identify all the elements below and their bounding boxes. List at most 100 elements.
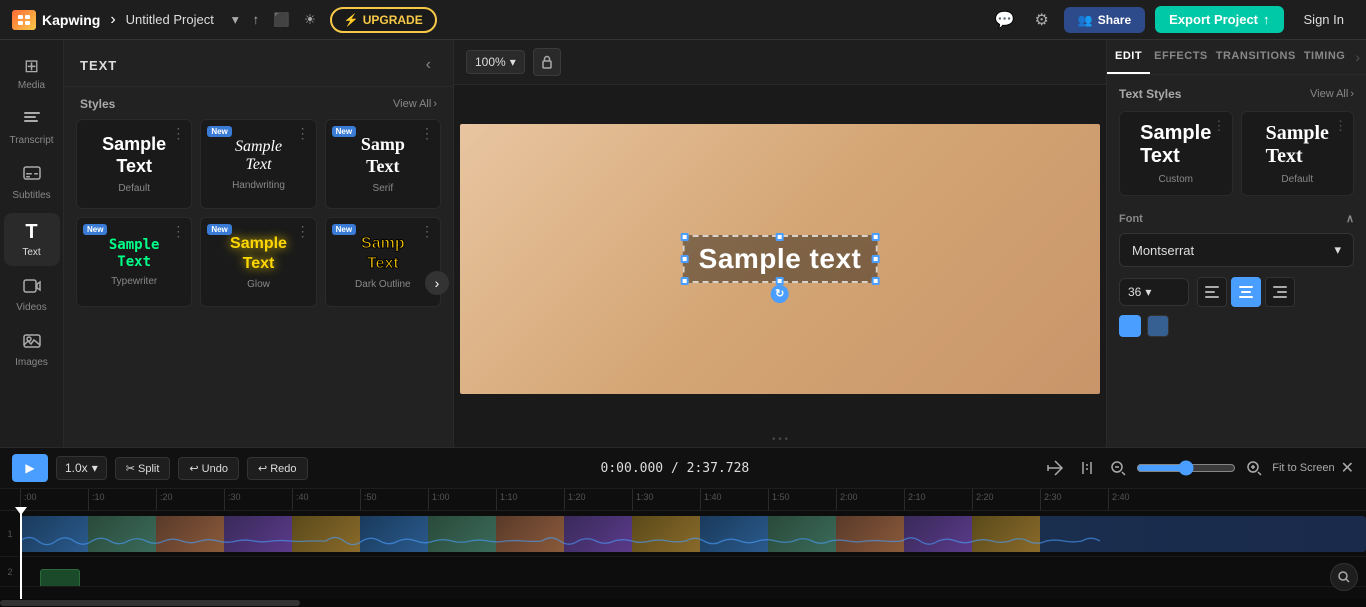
right-panel-expand-btn[interactable]: › — [1349, 40, 1366, 74]
align-right-button[interactable] — [1265, 277, 1295, 307]
font-selector[interactable]: Montserrat ▾ — [1119, 233, 1354, 267]
resize-handle-ml[interactable] — [681, 255, 689, 263]
timeline-scrollbar[interactable] — [0, 599, 1366, 607]
style-card-typewriter[interactable]: New ⋮ SampleText Typewriter — [76, 217, 192, 307]
align-left-button[interactable] — [1197, 277, 1227, 307]
split-button[interactable]: ✂ Split — [115, 457, 171, 480]
font-dropdown-icon: ▾ — [1334, 242, 1341, 258]
breadcrumb-sep: › — [110, 11, 115, 29]
text-panel-header: TEXT ‹ — [64, 40, 453, 87]
time-separator: / — [671, 461, 687, 476]
export-button[interactable]: Export Project ↑ — [1155, 6, 1283, 33]
font-section-collapse[interactable]: ∧ — [1346, 212, 1354, 225]
track-content-2[interactable] — [20, 557, 1366, 586]
ripple-edit-btn[interactable] — [1042, 456, 1068, 480]
zoom-slider[interactable] — [1136, 460, 1236, 476]
tab-effects[interactable]: EFFECTS — [1150, 40, 1212, 74]
resize-handle-mr[interactable] — [871, 255, 879, 263]
project-name[interactable]: Untitled Project — [126, 12, 214, 27]
view-all-chevron: › — [433, 98, 437, 110]
style-card-more-serif[interactable]: ⋮ — [420, 126, 434, 140]
align-center-button[interactable] — [1231, 277, 1261, 307]
desktop-preview-btn[interactable]: ⬛ — [269, 8, 294, 32]
text-style-custom-more[interactable]: ⋮ — [1213, 118, 1226, 134]
sidebar-item-text[interactable]: T Text — [4, 213, 60, 266]
style-card-label-handwriting: Handwriting — [232, 180, 285, 191]
track-content-1[interactable] — [20, 511, 1366, 556]
timeline-search-button[interactable] — [1330, 563, 1358, 591]
ruler-mark-6: 1:00 — [428, 489, 496, 510]
share-button[interactable]: 👥 Share — [1064, 7, 1145, 33]
track-label-2: 2 — [0, 567, 20, 577]
color-swatch-blue[interactable] — [1119, 315, 1141, 337]
playhead[interactable] — [20, 511, 22, 599]
tab-transitions[interactable]: TRANSITIONS — [1212, 40, 1300, 74]
play-button[interactable]: ▶ — [12, 454, 48, 482]
undo-button[interactable]: ↩ Undo — [178, 457, 239, 480]
view-all-link[interactable]: View All › — [393, 98, 437, 110]
style-card-dark-outline[interactable]: New ⋮ SampText Dark Outline — [325, 217, 441, 307]
dropdown-arrow-btn[interactable]: ▾ — [228, 8, 243, 32]
resize-handle-tr[interactable] — [871, 233, 879, 241]
sidebar-item-videos[interactable]: Videos — [4, 270, 60, 321]
style-card-more-typewriter[interactable]: ⋮ — [171, 224, 185, 238]
resize-handle-tl[interactable] — [681, 233, 689, 241]
sidebar-item-media[interactable]: ⊞ Media — [4, 48, 60, 99]
snap-to-grid-btn[interactable] — [1074, 456, 1100, 480]
resize-handle-bl[interactable] — [681, 277, 689, 285]
close-timeline-button[interactable]: ✕ — [1341, 458, 1354, 478]
font-size-selector[interactable]: 36 ▾ — [1119, 278, 1189, 306]
color-swatch-secondary[interactable] — [1147, 315, 1169, 337]
zoom-in-btn[interactable] — [1242, 456, 1266, 480]
style-card-more-handwriting[interactable]: ⋮ — [296, 126, 310, 140]
style-card-default[interactable]: ⋮ SampleText Default — [76, 119, 192, 209]
sidebar-item-subtitles[interactable]: Subtitles — [4, 158, 60, 209]
text-style-default-more[interactable]: ⋮ — [1334, 118, 1347, 134]
text-style-default[interactable]: ⋮ SampleText Default — [1241, 111, 1355, 196]
scrollbar-thumb[interactable] — [0, 600, 300, 606]
style-card-more-glow[interactable]: ⋮ — [296, 224, 310, 238]
text-styles-label: Text Styles — [1119, 87, 1181, 101]
styles-label: Styles — [80, 97, 115, 111]
style-card-handwriting[interactable]: New ⋮ SampleText Handwriting — [200, 119, 316, 209]
upgrade-button[interactable]: ⚡ UPGRADE — [330, 7, 437, 33]
share-export-btn[interactable]: ↑ — [249, 8, 264, 31]
signin-button[interactable]: Sign In — [1294, 6, 1354, 33]
style-card-glow[interactable]: New ⋮ SampleText Glow — [200, 217, 316, 307]
new-badge-dark-outline: New — [332, 224, 356, 235]
video-track[interactable] — [20, 516, 1366, 552]
sidebar-item-images-label: Images — [15, 357, 48, 368]
sidebar-item-transcript[interactable]: Transcript — [4, 103, 60, 154]
right-panel-content: Text Styles View All › ⋮ SampleText Cust… — [1107, 75, 1366, 447]
panel-collapse-button[interactable]: ‹ — [420, 54, 437, 76]
export-icon: ↑ — [1263, 12, 1270, 27]
comment-button[interactable]: 💬 — [990, 5, 1020, 35]
canvas[interactable]: Sample text ↻ — [460, 124, 1100, 394]
zoom-selector[interactable]: 100% ▾ — [466, 50, 525, 74]
sidebar-item-images[interactable]: Images — [4, 325, 60, 376]
text-styles-view-all[interactable]: View All › — [1310, 88, 1354, 100]
resize-handle-bm[interactable] — [776, 277, 784, 285]
fit-to-screen-button[interactable]: Fit to Screen — [1272, 462, 1334, 474]
tab-edit[interactable]: EDIT — [1107, 40, 1150, 74]
brightness-btn[interactable]: ☀ — [300, 8, 320, 32]
style-card-serif[interactable]: New ⋮ SampText Serif — [325, 119, 441, 209]
tab-timing[interactable]: TIMING — [1300, 40, 1350, 74]
text-element[interactable]: Sample text ↻ — [683, 235, 878, 283]
redo-button[interactable]: ↩ Redo — [247, 457, 308, 480]
style-grid-next-arrow[interactable]: › — [425, 271, 449, 295]
aspect-ratio-lock-button[interactable] — [533, 48, 561, 76]
text-style-custom[interactable]: ⋮ SampleText Custom — [1119, 111, 1233, 196]
text-track-item[interactable] — [40, 569, 80, 586]
text-rotate-handle[interactable]: ↻ — [771, 285, 789, 303]
resize-handle-br[interactable] — [871, 277, 879, 285]
resize-handle-tm[interactable] — [776, 233, 784, 241]
style-card-more-default[interactable]: ⋮ — [171, 126, 185, 140]
settings-button[interactable]: ⚙ — [1030, 5, 1054, 35]
speed-selector[interactable]: 1.0x ▾ — [56, 456, 107, 480]
canvas-wrapper[interactable]: Sample text ↻ — [454, 85, 1106, 432]
style-card-more-dark-outline[interactable]: ⋮ — [420, 224, 434, 238]
text-styles-grid: ⋮ SampleText Custom ⋮ SampleText Default — [1119, 111, 1354, 196]
zoom-out-btn[interactable] — [1106, 456, 1130, 480]
timeline-drag-handle[interactable]: • • • — [454, 432, 1106, 447]
